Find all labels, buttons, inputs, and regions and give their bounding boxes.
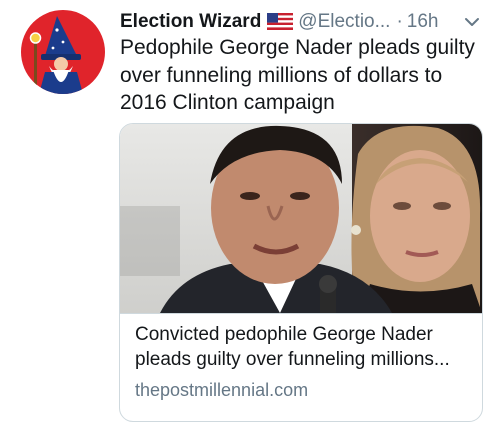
us-flag-icon [267,13,294,30]
tweet[interactable]: Election Wizard @Electio... · 16h Pedophil… [0,0,500,424]
separator-dot: · [396,11,403,32]
tweet-timestamp[interactable]: 16h [407,11,439,32]
card-info: Convicted pedophile George Nader pleads … [135,322,475,402]
card-title[interactable]: Convicted pedophile George Nader pleads … [135,322,475,372]
tweet-text-line: over funneling millions of dollars to [120,63,443,87]
tweet-header: Election Wizard @Electio... · 16h [120,9,492,35]
wizard-avatar-icon[interactable] [21,10,105,94]
tweet-text-line: Pedophile George Nader pleads guilty [120,36,475,59]
tweet-text-line: 2016 Clinton campaign [120,91,335,114]
link-card[interactable]: Convicted pedophile George Nader pleads … [119,123,483,422]
news-photo[interactable] [120,124,482,314]
tweet-text: Pedophile George Nader pleads guilty ove… [120,34,480,117]
card-title-line: Convicted pedophile George Nader [135,324,433,345]
author-name[interactable]: Election Wizard [120,11,261,32]
author-handle[interactable]: @Electio... [298,11,390,32]
card-domain[interactable]: thepostmillennial.com [135,378,475,402]
card-title-line: pleads guilty over funneling millions... [135,349,450,370]
chevron-down-icon[interactable] [462,12,482,32]
